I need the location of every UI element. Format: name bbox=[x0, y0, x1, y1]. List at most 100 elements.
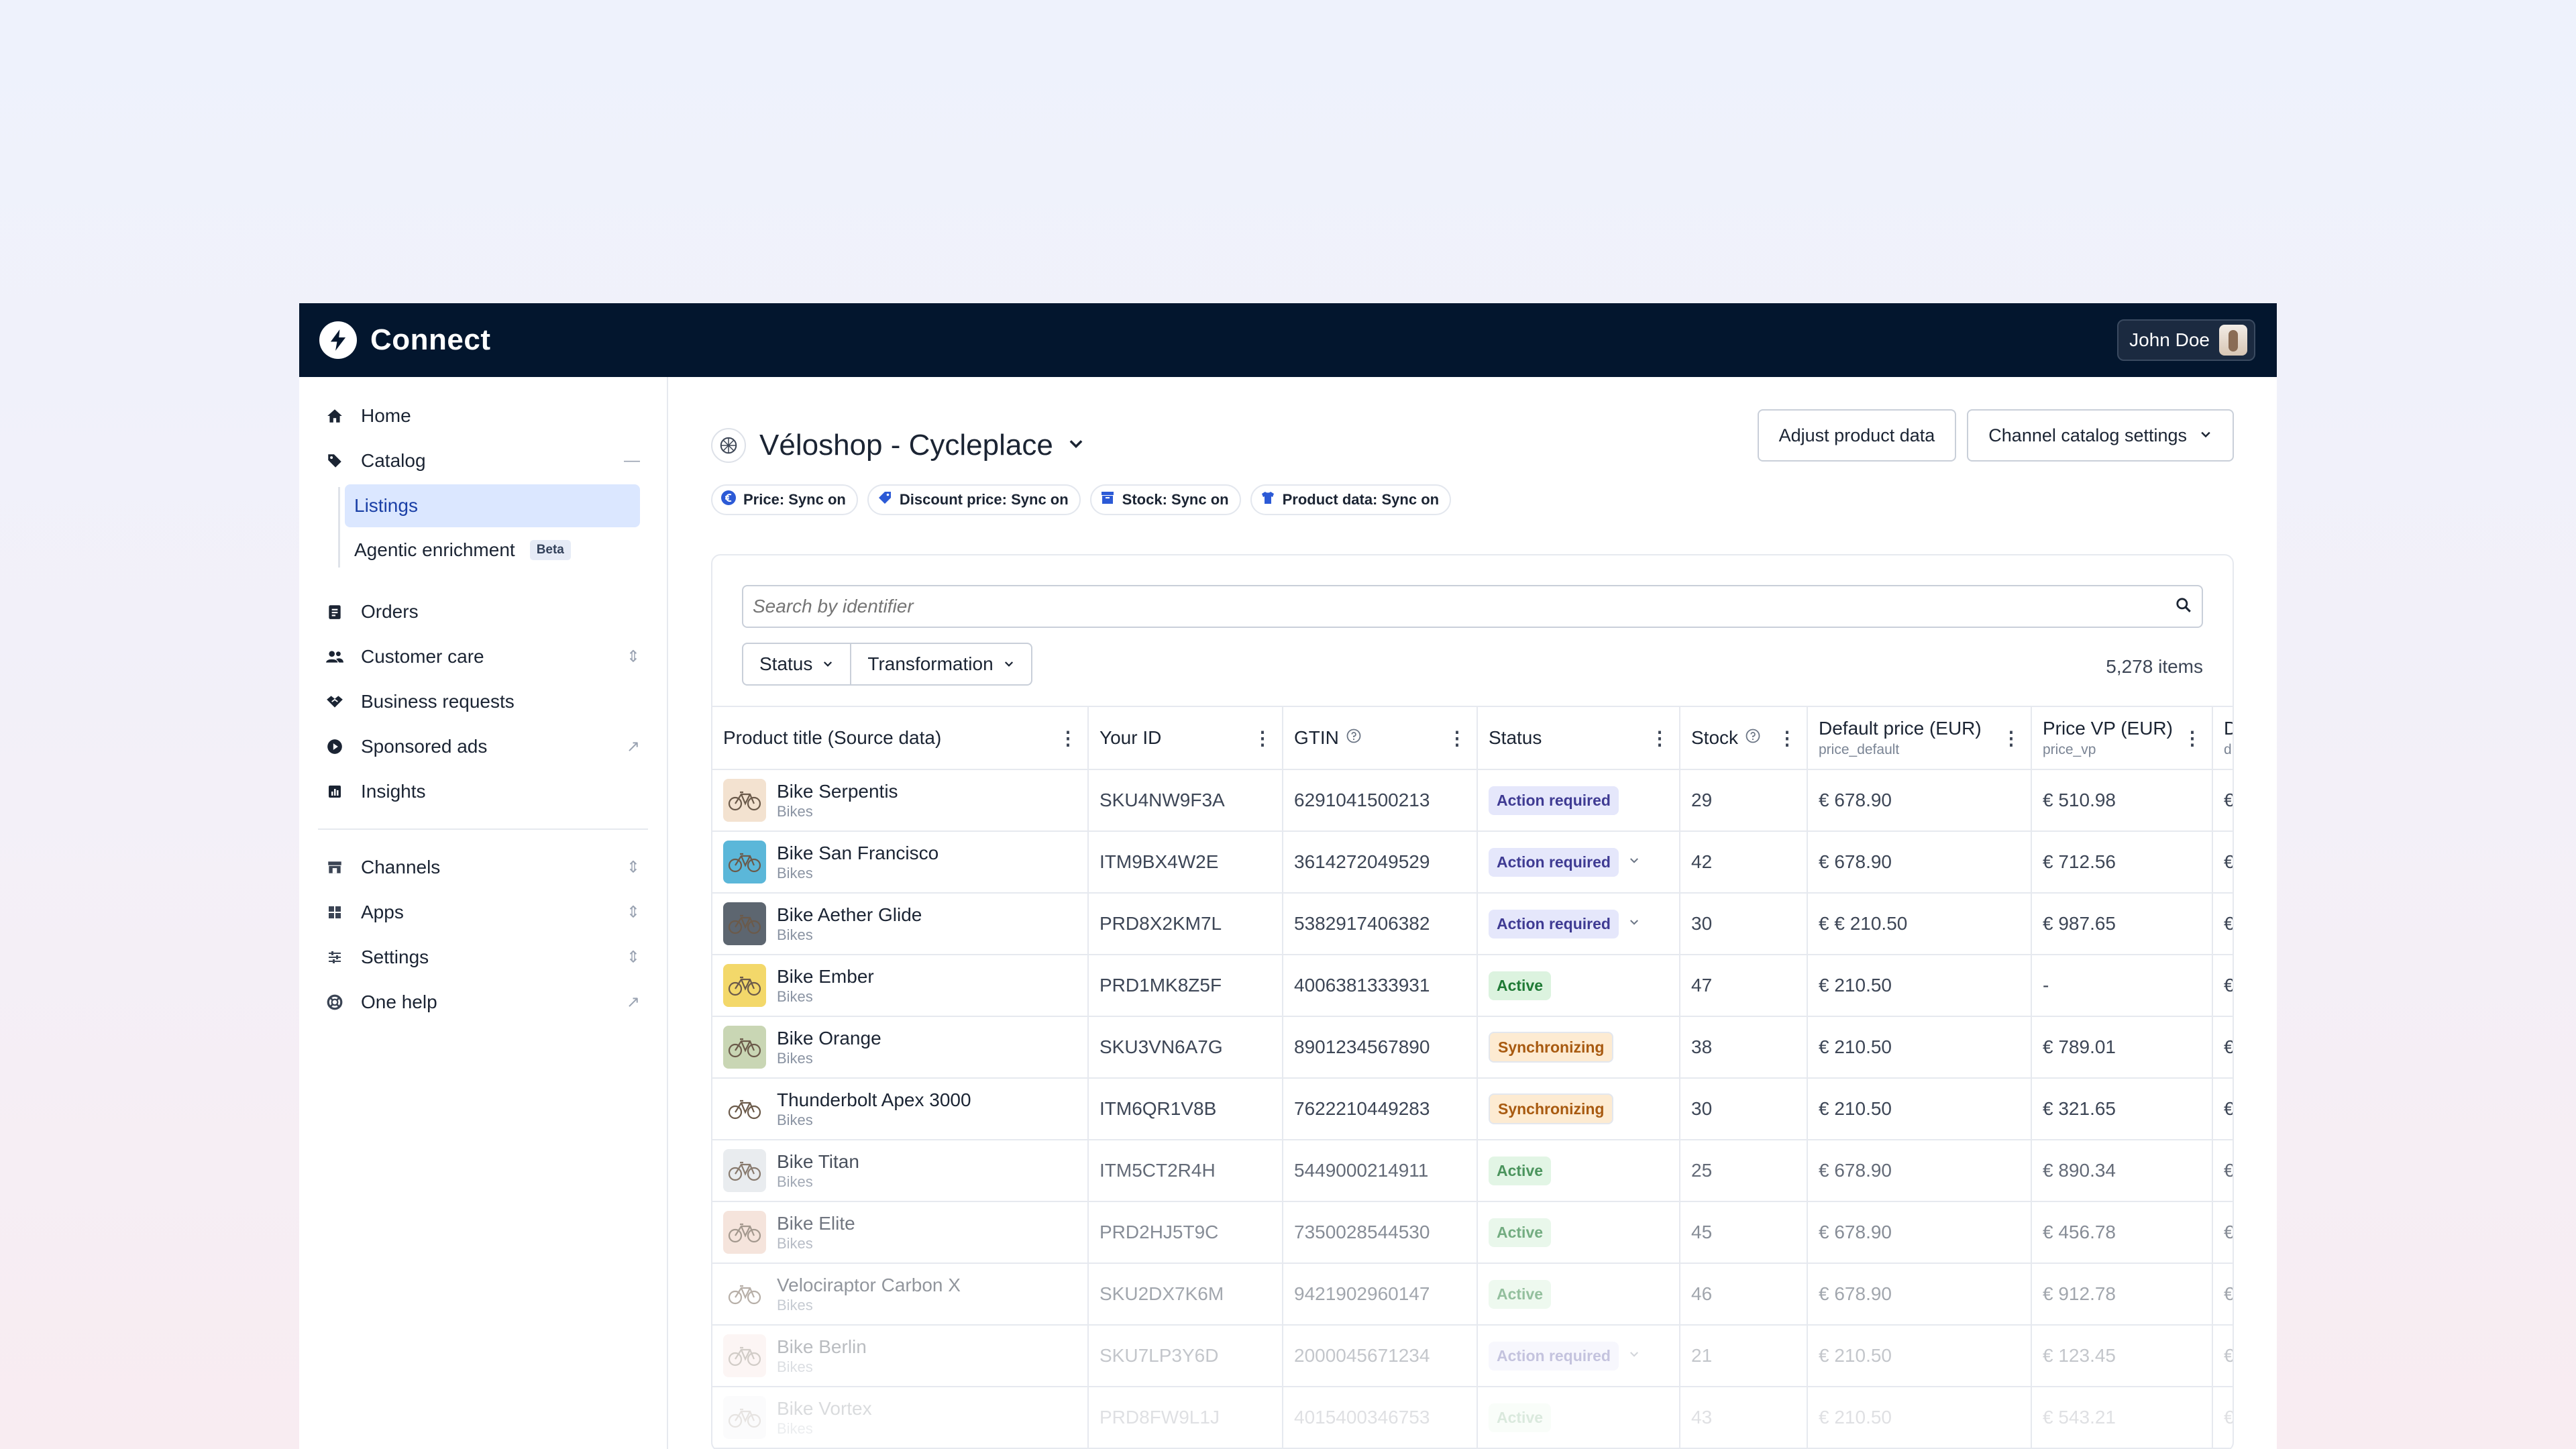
discount-cell: € bbox=[2212, 1263, 2233, 1326]
column-header-price-vp[interactable]: Price VP (EUR) price_vp ⋮ bbox=[2031, 706, 2213, 770]
expand-icon[interactable]: ⇕ bbox=[627, 647, 640, 666]
column-menu-icon[interactable]: ⋮ bbox=[1778, 727, 1796, 749]
status-cell[interactable]: Action required bbox=[1477, 1325, 1680, 1387]
table-row[interactable]: Bike Ember Bikes PRD1MK8Z5F 4006381333931 Ac… bbox=[712, 955, 2233, 1017]
collapse-icon[interactable]: — bbox=[624, 451, 640, 470]
table-row[interactable]: Bike Berlin Bikes SKU7LP3Y6D 2000045671234 A… bbox=[712, 1325, 2233, 1387]
product-cell[interactable]: Bike San Francisco Bikes bbox=[712, 831, 1089, 894]
sidebar-item-agentic-enrichment[interactable]: Agentic enrichment Beta bbox=[345, 529, 640, 572]
header-actions: Adjust product data Channel catalog sett… bbox=[1757, 409, 2234, 462]
sidebar-item-settings[interactable]: Settings ⇕ bbox=[299, 934, 667, 979]
discount-cell: € bbox=[2212, 831, 2233, 894]
sidebar-item-one-help[interactable]: One help ↗ bbox=[299, 979, 667, 1024]
expand-icon[interactable]: ⇕ bbox=[627, 857, 640, 877]
sidebar-item-home[interactable]: Home bbox=[299, 393, 667, 438]
adjust-product-data-button[interactable]: Adjust product data bbox=[1757, 409, 1957, 462]
user-menu-button[interactable]: John Doe bbox=[2117, 319, 2255, 361]
bike-thumbnail-icon bbox=[723, 1087, 766, 1130]
channel-selector[interactable]: Véloshop - Cycleplace bbox=[711, 428, 1085, 463]
column-header-discount[interactable]: Di dis bbox=[2212, 706, 2233, 770]
clipboard-icon bbox=[325, 602, 345, 622]
external-link-icon[interactable]: ↗ bbox=[627, 737, 640, 756]
status-cell[interactable]: Action required bbox=[1477, 769, 1680, 832]
chevron-down-icon[interactable] bbox=[1628, 1347, 1640, 1364]
channel-catalog-settings-button[interactable]: Channel catalog settings bbox=[1967, 409, 2234, 462]
column-header-product[interactable]: Product title (Source data) ⋮ bbox=[712, 706, 1089, 770]
table-row[interactable]: Bike Titan Bikes ITM5CT2R4H 5449000214911 Ac… bbox=[712, 1140, 2233, 1202]
stock-cell: 45 bbox=[1680, 1201, 1808, 1264]
status-cell[interactable]: Synchronizing bbox=[1477, 1016, 1680, 1079]
product-cell[interactable]: Velociraptor Carbon X Bikes bbox=[712, 1263, 1089, 1326]
table-row[interactable]: Thunderbolt Apex 3000 Bikes ITM6QR1V8B 7622… bbox=[712, 1078, 2233, 1140]
sidebar-item-apps[interactable]: Apps ⇕ bbox=[299, 890, 667, 934]
product-cell[interactable]: Thunderbolt Apex 3000 Bikes bbox=[712, 1078, 1089, 1140]
table-row[interactable]: Bike Vortex Bikes PRD8FW9L1J 4015400346753 A… bbox=[712, 1387, 2233, 1449]
expand-icon[interactable]: ⇕ bbox=[627, 947, 640, 967]
search-icon[interactable] bbox=[2175, 596, 2192, 617]
status-cell[interactable]: Action required bbox=[1477, 831, 1680, 894]
help-icon[interactable] bbox=[1745, 727, 1761, 749]
chevron-down-icon[interactable] bbox=[1628, 853, 1640, 871]
sidebar-item-business-requests[interactable]: Business requests bbox=[299, 679, 667, 724]
status-filter-dropdown[interactable]: Status bbox=[743, 644, 850, 684]
expand-icon[interactable]: ⇕ bbox=[627, 902, 640, 922]
status-cell[interactable]: Active bbox=[1477, 955, 1680, 1017]
product-cell[interactable]: Bike Vortex Bikes bbox=[712, 1387, 1089, 1449]
chevron-down-icon[interactable] bbox=[1628, 915, 1640, 932]
chevron-down-icon[interactable] bbox=[1067, 435, 1085, 457]
main-content: Véloshop - Cycleplace Adjust product dat… bbox=[668, 377, 2277, 1449]
sidebar-item-channels[interactable]: Channels ⇕ bbox=[299, 845, 667, 890]
sidebar-item-insights[interactable]: Insights bbox=[299, 769, 667, 814]
external-link-icon[interactable]: ↗ bbox=[627, 992, 640, 1012]
product-data-sync-badge[interactable]: Product data: Sync on bbox=[1250, 484, 1452, 515]
help-icon[interactable] bbox=[1346, 727, 1362, 749]
product-cell[interactable]: Bike Titan Bikes bbox=[712, 1140, 1089, 1202]
column-header-status[interactable]: Status ⋮ bbox=[1477, 706, 1680, 770]
status-cell[interactable]: Active bbox=[1477, 1140, 1680, 1202]
status-cell[interactable]: Active bbox=[1477, 1201, 1680, 1264]
table-row[interactable]: Bike Serpentis Bikes SKU4NW9F3A 62910415002… bbox=[712, 769, 2233, 832]
product-cell[interactable]: Bike Serpentis Bikes bbox=[712, 769, 1089, 832]
status-badge: Action required bbox=[1489, 847, 1619, 877]
product-cell[interactable]: Bike Elite Bikes bbox=[712, 1201, 1089, 1264]
table-row[interactable]: Bike San Francisco Bikes ITM9BX4W2E 3614272… bbox=[712, 831, 2233, 894]
column-header-stock[interactable]: Stock ⋮ bbox=[1680, 706, 1808, 770]
brand[interactable]: Connect bbox=[319, 321, 491, 359]
price-sync-badge[interactable]: Price: Sync on bbox=[711, 484, 858, 515]
product-name: Bike Serpentis bbox=[777, 781, 898, 802]
column-menu-icon[interactable]: ⋮ bbox=[1650, 727, 1669, 749]
column-header-gtin[interactable]: GTIN ⋮ bbox=[1283, 706, 1478, 770]
search-input[interactable] bbox=[753, 596, 2049, 617]
gtin-cell: 4006381333931 bbox=[1283, 955, 1478, 1017]
column-menu-icon[interactable]: ⋮ bbox=[1253, 727, 1272, 749]
sidebar-item-listings[interactable]: Listings bbox=[345, 484, 640, 527]
stock-sync-badge[interactable]: Stock: Sync on bbox=[1089, 484, 1241, 515]
column-menu-icon[interactable]: ⋮ bbox=[1448, 727, 1466, 749]
handshake-icon bbox=[325, 692, 345, 712]
table-row[interactable]: Bike Aether Glide Bikes PRD8X2KM7L 53829174… bbox=[712, 893, 2233, 955]
product-cell[interactable]: Bike Ember Bikes bbox=[712, 955, 1089, 1017]
table-row[interactable]: Velociraptor Carbon X Bikes SKU2DX7K6M 9421… bbox=[712, 1263, 2233, 1326]
search-box[interactable] bbox=[742, 585, 2203, 628]
column-menu-icon[interactable]: ⋮ bbox=[2183, 727, 2202, 749]
product-cell[interactable]: Bike Orange Bikes bbox=[712, 1016, 1089, 1079]
transformation-filter-dropdown[interactable]: Transformation bbox=[850, 644, 1030, 684]
product-cell[interactable]: Bike Aether Glide Bikes bbox=[712, 893, 1089, 955]
sidebar-item-orders[interactable]: Orders bbox=[299, 589, 667, 634]
column-menu-icon[interactable]: ⋮ bbox=[1059, 727, 1077, 749]
column-menu-icon[interactable]: ⋮ bbox=[2002, 727, 2021, 749]
sidebar-item-customer-care[interactable]: Customer care ⇕ bbox=[299, 634, 667, 679]
product-name: Bike Vortex bbox=[777, 1398, 872, 1419]
column-header-your-id[interactable]: Your ID ⋮ bbox=[1088, 706, 1283, 770]
sidebar-item-catalog[interactable]: Catalog — bbox=[299, 438, 667, 483]
table-row[interactable]: Bike Elite Bikes PRD2HJ5T9C 7350028544530 Ac… bbox=[712, 1201, 2233, 1264]
sidebar-item-sponsored-ads[interactable]: Sponsored ads ↗ bbox=[299, 724, 667, 769]
status-cell[interactable]: Synchronizing bbox=[1477, 1078, 1680, 1140]
product-cell[interactable]: Bike Berlin Bikes bbox=[712, 1325, 1089, 1387]
status-cell[interactable]: Active bbox=[1477, 1387, 1680, 1449]
column-header-default-price[interactable]: Default price (EUR) price_default ⋮ bbox=[1807, 706, 2032, 770]
status-cell[interactable]: Active bbox=[1477, 1263, 1680, 1326]
table-row[interactable]: Bike Orange Bikes SKU3VN6A7G 8901234567890 S… bbox=[712, 1016, 2233, 1079]
discount-price-sync-badge[interactable]: Discount price: Sync on bbox=[867, 484, 1081, 515]
status-cell[interactable]: Action required bbox=[1477, 893, 1680, 955]
